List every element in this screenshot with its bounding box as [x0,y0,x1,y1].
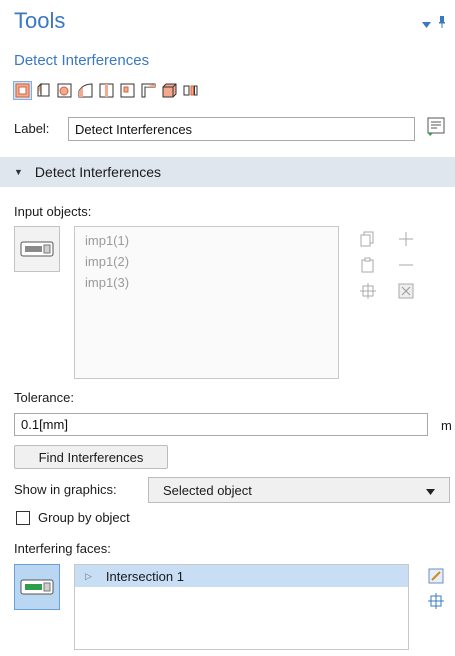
label-input[interactable] [68,117,415,141]
partition-icon[interactable] [119,82,136,99]
interfering-faces-label: Interfering faces: [14,541,111,556]
input-list-tools [358,230,416,300]
array-icon[interactable] [182,82,199,99]
detect-interferences-icon[interactable] [13,81,32,100]
sliver-icon[interactable] [77,82,94,99]
group-by-object-row[interactable]: Group by object [16,510,130,525]
input-objects-list[interactable]: imp1(1) imp1(2) imp1(3) [74,226,339,379]
collapse-triangle-icon[interactable]: ▼ [14,167,23,177]
interfering-faces-list[interactable]: ▷ Intersection 1 [74,564,409,650]
tolerance-label: Tolerance: [14,390,74,405]
clear-selection-icon[interactable] [428,568,444,587]
show-in-graphics-select[interactable]: Selected object [148,477,450,503]
panel-subtitle: Detect Interferences [14,52,150,69]
clear-selection-icon[interactable] [396,282,416,300]
cut-icon[interactable] [56,82,73,99]
list-item[interactable]: imp1(3) [75,272,338,293]
activate-selection-button[interactable] [14,226,60,272]
zoom-to-selection-icon[interactable] [358,282,378,300]
paste-icon[interactable] [358,256,378,274]
tree-row-label: Intersection 1 [105,568,184,584]
tree-row[interactable]: ▷ Intersection 1 [75,565,408,587]
add-icon[interactable] [396,230,416,248]
show-in-graphics-value: Selected object [163,482,252,498]
dropdown-arrow-icon[interactable] [422,16,431,31]
show-in-graphics-label: Show in graphics: [14,482,117,497]
solid-icon[interactable] [161,82,178,99]
input-objects-label: Input objects: [14,204,92,219]
label-field-caption: Label: [14,121,50,136]
section-header[interactable]: ▼ Detect Interferences [0,157,455,187]
pin-icon[interactable] [439,16,445,31]
panel-header-controls [422,16,445,31]
tolerance-input[interactable] [14,413,428,436]
interfering-faces-selection-button[interactable] [14,564,60,610]
geometry-toolbar [13,81,199,100]
edit-label-icon[interactable] [425,115,447,137]
faces-list-tools [428,568,444,612]
chevron-down-icon [426,483,435,498]
tolerance-unit: m [441,418,452,433]
panel-title: Tools [14,8,66,33]
fillet-icon[interactable] [140,82,157,99]
section-title: Detect Interferences [34,164,161,180]
expand-caret-icon[interactable]: ▷ [85,571,92,582]
list-item[interactable]: imp1(1) [75,230,338,251]
list-item[interactable]: imp1(2) [75,251,338,272]
split-icon[interactable] [98,82,115,99]
copy-icon[interactable] [358,230,378,248]
remove-icon[interactable] [396,256,416,274]
zoom-to-selection-icon[interactable] [428,593,444,612]
group-by-object-checkbox[interactable] [16,510,30,525]
group-by-object-label: Group by object [38,510,130,525]
face-icon[interactable] [35,82,52,99]
find-interferences-button[interactable]: Find Interferences [14,445,168,469]
